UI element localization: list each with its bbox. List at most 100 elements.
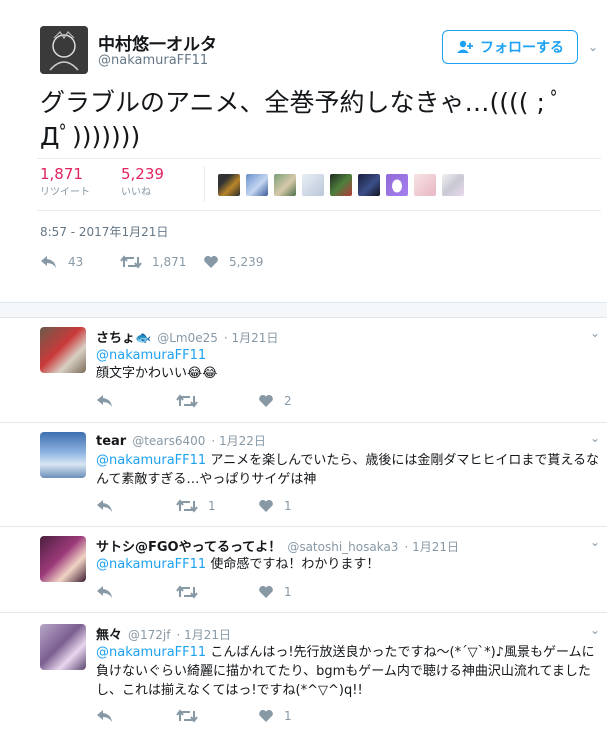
retweet-icon bbox=[176, 585, 198, 599]
like-stat-count: 5,239 bbox=[121, 165, 164, 183]
reply-date[interactable]: · 1月22日 bbox=[211, 432, 266, 449]
reply-icon bbox=[96, 585, 114, 599]
reply-action[interactable] bbox=[96, 709, 114, 723]
reply-avatar[interactable] bbox=[40, 536, 86, 582]
like-action[interactable]: 1 bbox=[258, 499, 292, 513]
stats-divider bbox=[204, 166, 205, 202]
reply-action[interactable]: 43 bbox=[40, 255, 83, 269]
retweet-count: 1,871 bbox=[152, 255, 187, 269]
like-count: 5,239 bbox=[229, 255, 264, 269]
author-name[interactable]: 中村悠一オルタ bbox=[98, 30, 217, 55]
retweet-icon bbox=[176, 709, 198, 723]
like-count: 2 bbox=[284, 394, 292, 408]
reply-header: サトシ@FGOやってるってよ！ @satoshi_hosaka3 · 1月21日 bbox=[96, 536, 459, 555]
reply-separator bbox=[0, 422, 607, 423]
retweet-stat-label: リツイート bbox=[40, 187, 90, 198]
like-action[interactable]: 5,239 bbox=[203, 255, 263, 269]
reply-date[interactable]: · 1月21日 bbox=[404, 538, 459, 555]
reply-mention[interactable]: @nakamuraFF11 bbox=[96, 557, 206, 572]
retweet-icon bbox=[176, 394, 198, 408]
reply-header: 無々 @172jf · 1月21日 bbox=[96, 624, 231, 643]
heart-icon bbox=[258, 499, 274, 513]
reply-action[interactable] bbox=[96, 499, 114, 513]
follow-button[interactable]: フォローする bbox=[442, 30, 578, 64]
retweet-action[interactable]: 1,871 bbox=[120, 255, 186, 269]
reply-action[interactable] bbox=[96, 585, 114, 599]
like-action[interactable]: 1 bbox=[258, 709, 292, 723]
reply-author-name[interactable]: 無々 bbox=[96, 624, 122, 643]
more-options-chevron-icon[interactable]: ⌄ bbox=[588, 40, 598, 54]
reply-author-handle[interactable]: @satoshi_hosaka3 bbox=[287, 540, 398, 554]
heart-icon bbox=[203, 255, 219, 269]
reply-text: 顔文字かわいい😂😂 bbox=[96, 366, 218, 381]
tweet-text: グラブルのアニメ、全巻予約しなきゃ…(((( ; ﾟДﾟ))))))) bbox=[40, 88, 563, 151]
reply-body: @nakamuraFF11 こんばんはっ!先行放送良かったですね〜(*´▽`*)… bbox=[96, 643, 601, 700]
author-handle[interactable]: @nakamuraFF11 bbox=[98, 53, 208, 68]
retweet-icon bbox=[120, 255, 142, 269]
reply-action[interactable] bbox=[96, 394, 114, 408]
reply-author-handle[interactable]: @172jf bbox=[128, 628, 170, 642]
like-action[interactable]: 2 bbox=[258, 394, 292, 408]
chevron-down-icon[interactable]: ⌄ bbox=[590, 431, 600, 445]
reply-date[interactable]: · 1月21日 bbox=[176, 626, 231, 643]
retweet-action[interactable] bbox=[176, 709, 208, 723]
reply-avatar[interactable] bbox=[40, 432, 86, 478]
like-count: 1 bbox=[284, 585, 292, 599]
liker-avatar[interactable] bbox=[358, 174, 380, 196]
reply-mention[interactable]: @nakamuraFF11 bbox=[96, 346, 206, 365]
tweet-timestamp[interactable]: 8:57 - 2017年1月21日 bbox=[40, 223, 168, 240]
heart-icon bbox=[258, 585, 274, 599]
retweet-stat[interactable]: 1,871 リツイート bbox=[40, 165, 90, 198]
retweet-action[interactable] bbox=[176, 585, 208, 599]
reply-body: @nakamuraFF11 アニメを楽しんでいたら、歳後には金剛ダマヒヒイロまで… bbox=[96, 451, 601, 489]
retweet-count: 1 bbox=[208, 499, 216, 513]
retweet-icon bbox=[176, 499, 198, 513]
reply-count: 43 bbox=[68, 255, 84, 269]
liker-avatar[interactable] bbox=[274, 174, 296, 196]
liker-avatar[interactable] bbox=[442, 174, 464, 196]
liker-avatar[interactable] bbox=[218, 174, 240, 196]
chevron-down-icon[interactable]: ⌄ bbox=[590, 535, 600, 549]
reply-author-name[interactable]: サトシ@FGOやってるってよ！ bbox=[96, 536, 281, 555]
like-action[interactable]: 1 bbox=[258, 585, 292, 599]
reply-avatar[interactable] bbox=[40, 624, 86, 670]
reply-header: tear @tears6400 · 1月22日 bbox=[96, 432, 266, 449]
liker-avatar[interactable] bbox=[246, 174, 268, 196]
reply-icon bbox=[96, 499, 114, 513]
reply-author-name[interactable]: tear bbox=[96, 434, 126, 449]
reply-body: @nakamuraFF11 使命感ですね！わかります！ bbox=[96, 555, 601, 574]
reply-mention[interactable]: @nakamuraFF11 bbox=[96, 645, 206, 660]
reply-text: 使命感ですね！わかります！ bbox=[210, 557, 380, 572]
divider bbox=[37, 158, 601, 159]
reply-avatar[interactable] bbox=[40, 327, 86, 373]
reply-separator bbox=[0, 526, 607, 527]
like-stat[interactable]: 5,239 いいね bbox=[121, 165, 164, 198]
liker-avatar[interactable] bbox=[302, 174, 324, 196]
reply-author-handle[interactable]: @tears6400 bbox=[132, 434, 205, 448]
like-count: 1 bbox=[284, 499, 292, 513]
reply-date[interactable]: · 1月21日 bbox=[224, 329, 279, 346]
liker-avatar[interactable] bbox=[414, 174, 436, 196]
add-user-icon bbox=[456, 40, 474, 54]
liker-avatar[interactable] bbox=[386, 174, 408, 196]
reply-header: さちょ🐟 @Lm0e25 · 1月21日 bbox=[96, 327, 278, 346]
retweet-action[interactable]: 1 bbox=[176, 499, 216, 513]
follow-label: フォローする bbox=[480, 40, 564, 56]
heart-icon bbox=[258, 394, 274, 408]
author-avatar[interactable] bbox=[40, 26, 88, 74]
retweet-action[interactable] bbox=[176, 394, 208, 408]
like-stat-label: いいね bbox=[121, 187, 151, 198]
reply-author-name[interactable]: さちょ🐟 bbox=[96, 327, 151, 346]
reply-author-handle[interactable]: @Lm0e25 bbox=[157, 331, 218, 345]
heart-icon bbox=[258, 709, 274, 723]
chevron-down-icon[interactable]: ⌄ bbox=[590, 326, 600, 340]
thread-gap bbox=[0, 302, 607, 318]
reply-icon bbox=[96, 394, 114, 408]
divider bbox=[37, 210, 601, 211]
like-count: 1 bbox=[284, 709, 292, 723]
chevron-down-icon[interactable]: ⌄ bbox=[590, 623, 600, 637]
liker-avatar[interactable] bbox=[330, 174, 352, 196]
reply-icon bbox=[40, 255, 58, 269]
reply-icon bbox=[96, 709, 114, 723]
reply-mention[interactable]: @nakamuraFF11 bbox=[96, 453, 206, 468]
